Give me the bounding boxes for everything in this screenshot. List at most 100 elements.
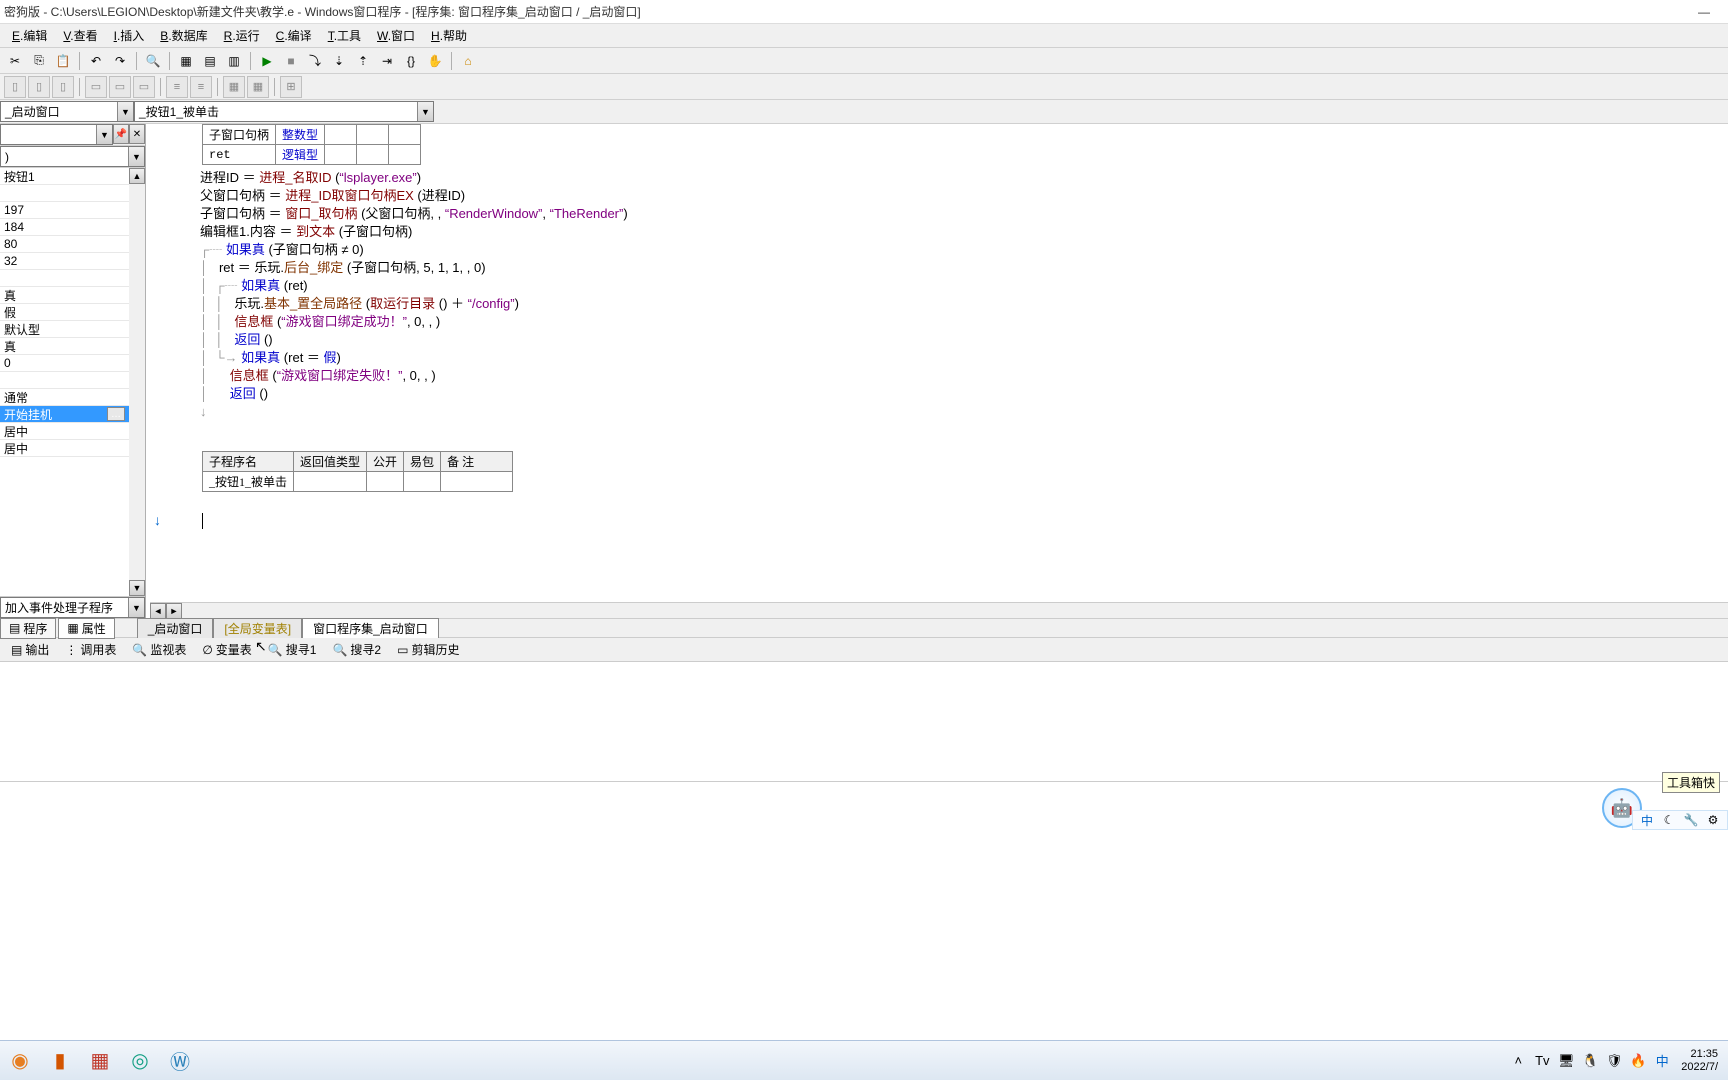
event-combo[interactable]: 加入事件处理子程序 ▼: [0, 597, 145, 618]
stepout-button[interactable]: ⇡: [352, 50, 374, 72]
taskbar-clock[interactable]: 21:35 2022/7/: [1677, 1048, 1722, 1074]
menu-window[interactable]: W.窗口: [369, 25, 423, 46]
prop-row[interactable]: 按钮1: [0, 168, 129, 185]
prop-row[interactable]: 居中: [0, 440, 129, 457]
stepinto-button[interactable]: ⇣: [328, 50, 350, 72]
doc-tab-globals[interactable]: [全局变量表]: [213, 618, 302, 638]
infotab-callstack[interactable]: ⋮调用表: [58, 638, 123, 661]
prop-row[interactable]: 通常: [0, 389, 129, 406]
menu-help[interactable]: H.帮助: [423, 25, 475, 46]
prop-row[interactable]: 假: [0, 304, 129, 321]
scroll-down-icon[interactable]: ▼: [129, 580, 145, 596]
prop-row[interactable]: 32: [0, 253, 129, 270]
var-type[interactable]: 整数型: [276, 125, 325, 145]
tray-qq-icon[interactable]: 🐧: [1581, 1052, 1599, 1070]
taskbar-app2[interactable]: ▮: [40, 1041, 80, 1081]
object-combo[interactable]: _启动窗口 ▼: [0, 101, 134, 122]
menu-view[interactable]: V.查看: [55, 25, 105, 46]
wrench-icon[interactable]: 🔧: [1683, 812, 1699, 828]
scroll-up-icon[interactable]: ▲: [129, 168, 145, 184]
redo-button[interactable]: ↷: [109, 50, 131, 72]
code-block[interactable]: 进程ID ＝ 进程_名取ID (“lsplayer.exe”) 父窗口句柄 ＝ …: [198, 165, 1728, 421]
dropdown-icon[interactable]: ▼: [128, 147, 144, 166]
pin-button[interactable]: 📌: [113, 124, 129, 144]
infotab-variables[interactable]: ∅变量表: [195, 638, 258, 661]
menu-run[interactable]: R.运行: [216, 25, 268, 46]
prop-row[interactable]: 184: [0, 219, 129, 236]
find-button[interactable]: 🔍: [142, 50, 164, 72]
dropdown-icon[interactable]: ▼: [117, 102, 133, 121]
tab-program[interactable]: ▤ 程序: [0, 618, 56, 639]
prop-row-selected[interactable]: 开始挂机 …: [0, 406, 129, 423]
tray-ime-icon[interactable]: 中: [1653, 1052, 1671, 1070]
prop-row[interactable]: 真: [0, 287, 129, 304]
layout3-button[interactable]: ▥: [223, 50, 245, 72]
dropdown-icon[interactable]: ▼: [96, 125, 112, 144]
ellipsis-button[interactable]: …: [107, 407, 125, 421]
infotab-watch[interactable]: 🔍监视表: [125, 638, 193, 661]
method-combo[interactable]: _按钮1_被单击 ▼: [134, 101, 434, 122]
home-button[interactable]: ⌂: [457, 50, 479, 72]
prop-row[interactable]: 0: [0, 355, 129, 372]
layout1-button[interactable]: ▦: [175, 50, 197, 72]
prop-row[interactable]: 默认型: [0, 321, 129, 338]
scroll-left-icon[interactable]: ◄: [150, 603, 166, 619]
menu-tools[interactable]: T.工具: [320, 25, 369, 46]
breakpoint-button[interactable]: {}: [400, 50, 422, 72]
var-type[interactable]: 逻辑型: [276, 145, 325, 165]
fold-arrow-icon[interactable]: ↓: [154, 512, 161, 528]
hand-button[interactable]: ✋: [424, 50, 446, 72]
gear-icon[interactable]: ⚙: [1705, 812, 1721, 828]
prop-row[interactable]: [0, 270, 129, 287]
tray-up-icon[interactable]: ˄: [1509, 1052, 1527, 1070]
close-panel-button[interactable]: ✕: [129, 124, 145, 144]
property-list[interactable]: 按钮1 197 184 80 32 真 假 默认型 真 0 通常 开始挂机 …: [0, 168, 129, 596]
tray-shield-icon[interactable]: 🛡: [1605, 1052, 1623, 1070]
prop-row[interactable]: [0, 185, 129, 202]
cut-button[interactable]: ✂: [4, 50, 26, 72]
paste-button[interactable]: 📋: [52, 50, 74, 72]
code-hscrollbar[interactable]: ◄ ►: [150, 602, 1728, 618]
taskbar-app5[interactable]: Ⓦ: [160, 1041, 200, 1081]
doc-tab-startwin[interactable]: _启动窗口: [137, 618, 214, 638]
ime-zh-icon[interactable]: 中: [1639, 812, 1655, 828]
tray-flame-icon[interactable]: 🔥: [1629, 1052, 1647, 1070]
taskbar-app3[interactable]: ▦: [80, 1041, 120, 1081]
copy-button[interactable]: ⎘: [28, 50, 50, 72]
scroll-right-icon[interactable]: ►: [166, 603, 182, 619]
prop-row[interactable]: 80: [0, 236, 129, 253]
stop-button[interactable]: ■: [280, 50, 302, 72]
dropdown-icon[interactable]: ▼: [128, 598, 144, 617]
stepover-button[interactable]: ⤵: [304, 50, 326, 72]
tab-property[interactable]: ▦ 属性: [58, 618, 114, 639]
tray-monitor-icon[interactable]: 🖥: [1557, 1052, 1575, 1070]
menu-database[interactable]: B.数据库: [152, 25, 215, 46]
prop-scrollbar[interactable]: ▲ ▼: [129, 168, 145, 596]
infotab-search2[interactable]: 🔍搜寻2: [325, 638, 388, 661]
prop-row[interactable]: 197: [0, 202, 129, 219]
prop-row[interactable]: [0, 372, 129, 389]
run-button[interactable]: ▶: [256, 50, 278, 72]
minimize-button[interactable]: —: [1684, 1, 1724, 23]
moon-icon[interactable]: ☾: [1661, 812, 1677, 828]
menu-insert[interactable]: I.插入: [106, 25, 153, 46]
menu-edit[interactable]: E.编辑: [4, 25, 55, 46]
tray-tv-icon[interactable]: Tv: [1533, 1052, 1551, 1070]
runto-button[interactable]: ⇥: [376, 50, 398, 72]
prop-row[interactable]: 居中: [0, 423, 129, 440]
infotab-clipboard[interactable]: ▭剪辑历史: [390, 638, 466, 661]
prop-small-combo[interactable]: ) ▼: [0, 146, 145, 167]
dropdown-icon[interactable]: ▼: [417, 102, 433, 121]
menu-compile[interactable]: C.编译: [268, 25, 320, 46]
prop-filter-combo[interactable]: ▼: [0, 124, 113, 145]
taskbar-app4[interactable]: ◎: [120, 1041, 160, 1081]
doc-tab-progset[interactable]: 窗口程序集_启动窗口: [302, 618, 439, 638]
undo-button[interactable]: ↶: [85, 50, 107, 72]
prop-row[interactable]: 真: [0, 338, 129, 355]
taskbar-app1[interactable]: ◉: [0, 1041, 40, 1081]
layout2-button[interactable]: ▤: [199, 50, 221, 72]
subproc-name[interactable]: _按钮1_被单击: [203, 472, 294, 492]
infotab-output[interactable]: ▤输出: [4, 638, 56, 661]
code-editor[interactable]: 子窗口句柄 整数型 ret 逻辑型 进程ID ＝ 进程_名取ID (“lspla…: [146, 124, 1728, 618]
infotab-search1[interactable]: 🔍搜寻1: [261, 638, 324, 661]
